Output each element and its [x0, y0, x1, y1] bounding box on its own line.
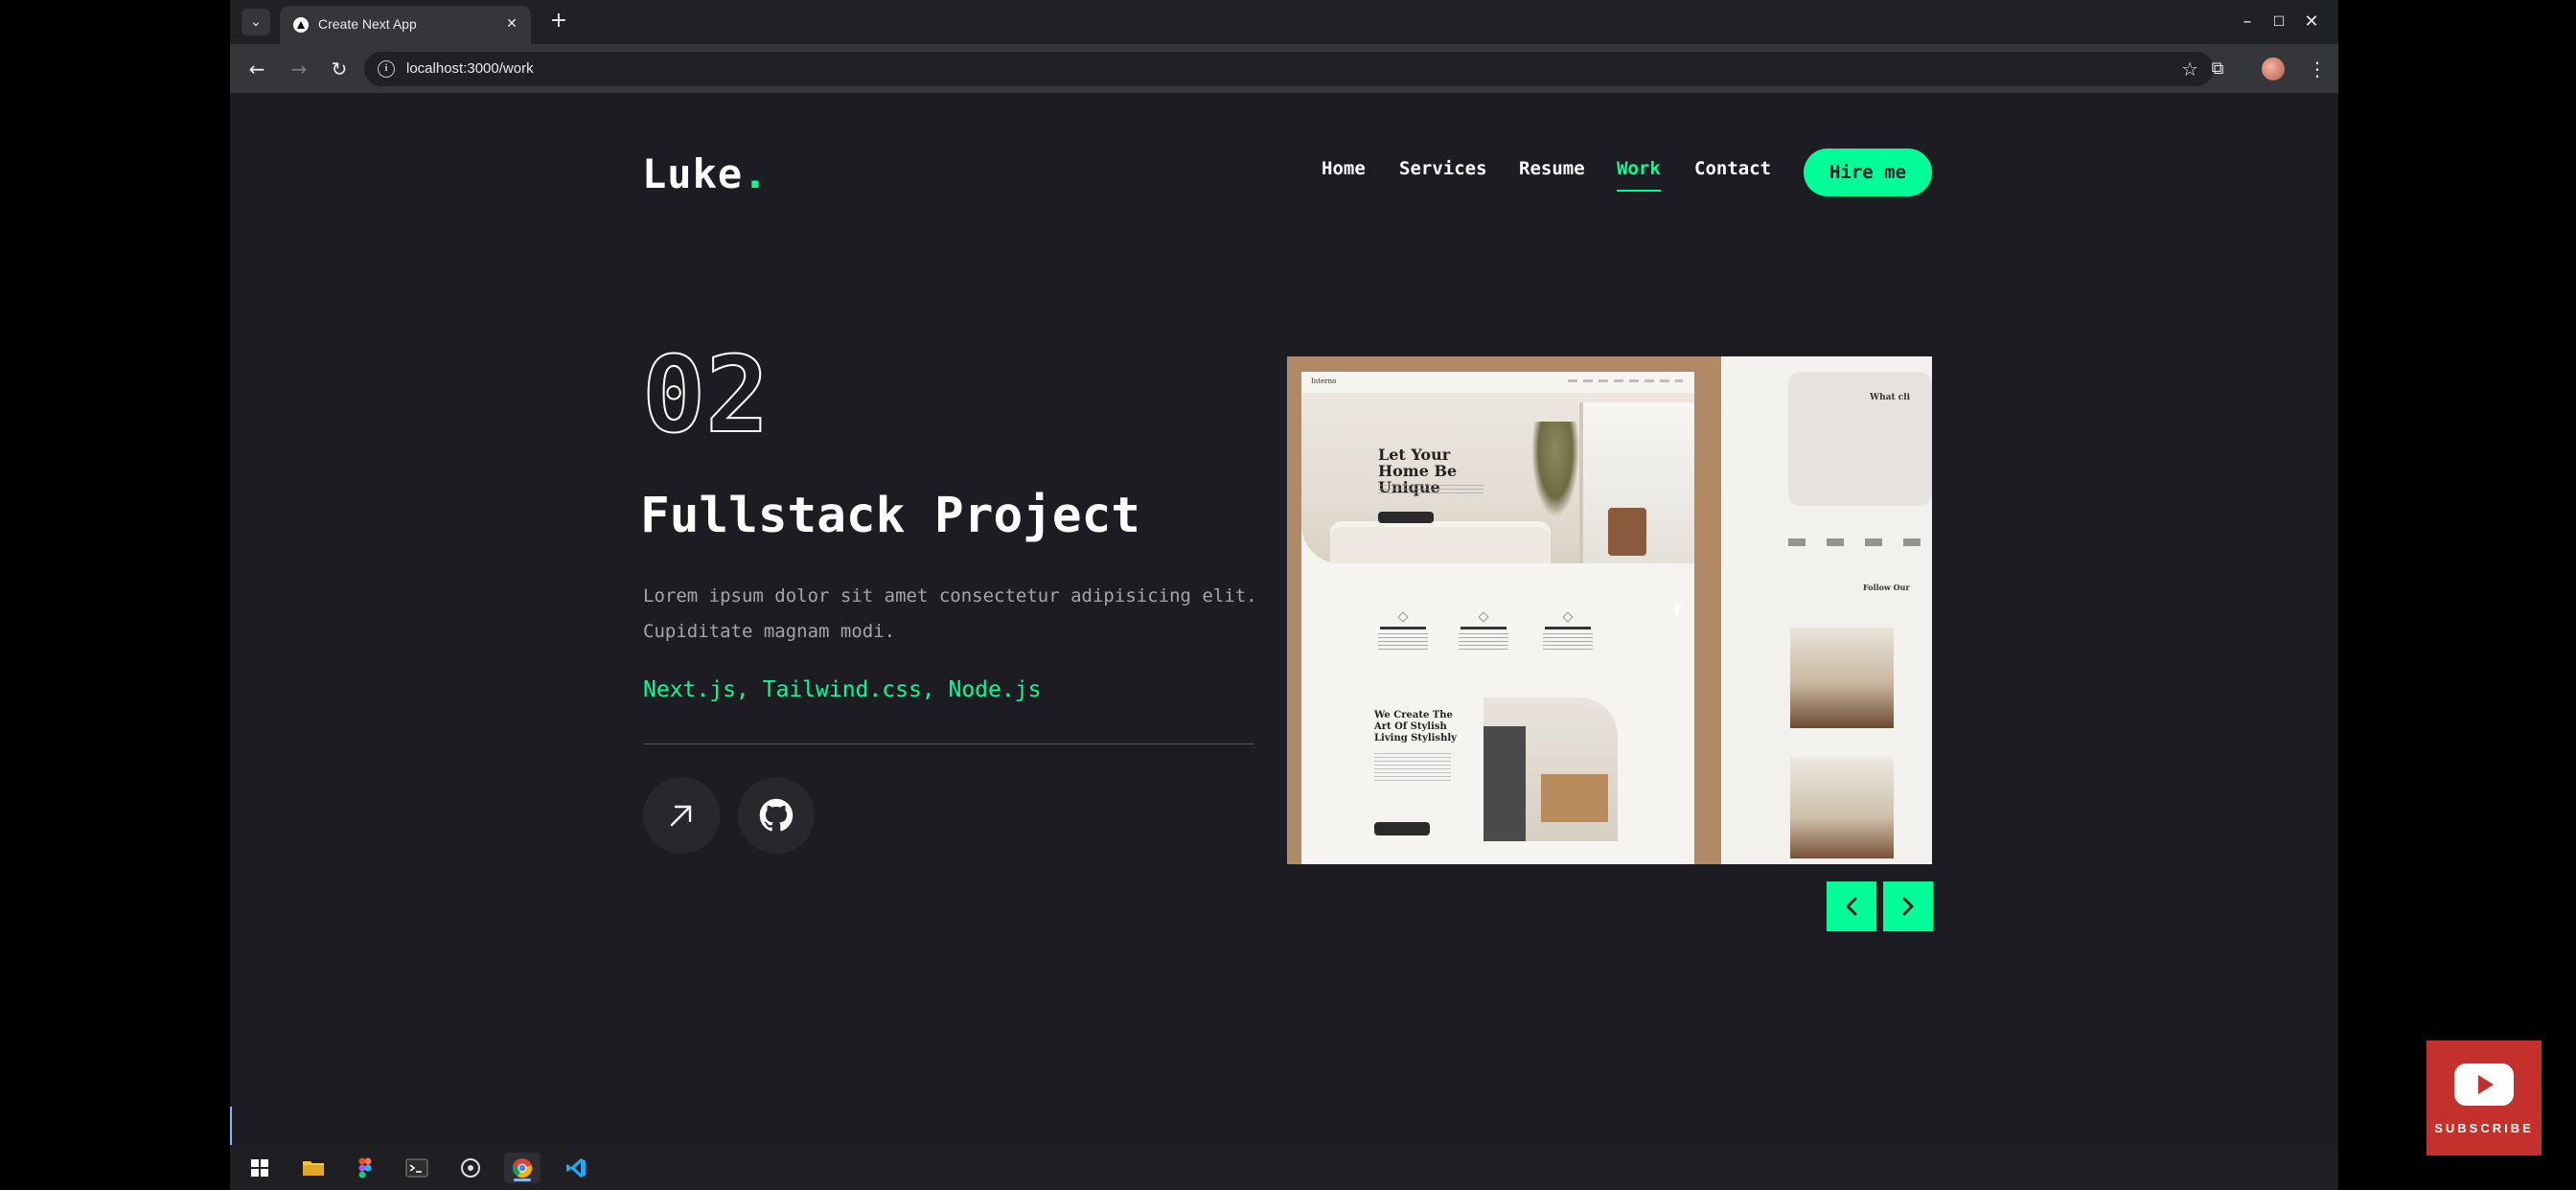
mockup-partner-logos: [1788, 538, 1932, 546]
minimize-icon[interactable]: –: [2233, 10, 2262, 34]
terminal-icon[interactable]: [399, 1153, 435, 1183]
mockup-service-card: [1455, 611, 1512, 661]
tab-search-button[interactable]: ⌄: [242, 9, 270, 35]
slider-next-button[interactable]: [1883, 881, 1933, 931]
nav-active-underline: [1617, 190, 1661, 192]
site-logo[interactable]: Luke.: [642, 150, 768, 197]
tab-strip: ⌄ Create Next App ✕ + – ☐ ✕: [230, 0, 2338, 44]
site-info-icon[interactable]: i: [378, 60, 395, 78]
youtube-play-icon: [2454, 1064, 2514, 1106]
mockup-testimonial-card: [1788, 372, 1932, 506]
url-text[interactable]: localhost:3000/work: [406, 60, 534, 77]
mockup-hero-button: [1378, 512, 1434, 523]
file-explorer-icon[interactable]: [295, 1153, 332, 1183]
logo-text: Luke: [642, 150, 744, 197]
active-app-indicator: [514, 1179, 531, 1181]
back-icon[interactable]: ←: [243, 56, 270, 82]
project-title: Fullstack Project: [640, 488, 1140, 544]
logo-dot: .: [743, 150, 769, 197]
mockup-service-card: [1539, 611, 1597, 661]
new-tab-button[interactable]: +: [546, 10, 571, 34]
project-number: 02: [641, 333, 770, 456]
browser-tab[interactable]: Create Next App ✕: [280, 6, 531, 44]
vscode-icon[interactable]: [558, 1153, 594, 1183]
loading-indicator: [230, 1107, 232, 1145]
mockup-hero-text: [1378, 485, 1484, 494]
mockup-art-button: [1374, 822, 1430, 835]
project-description: Lorem ipsum dolor sit amet consectetur a…: [643, 585, 1257, 642]
maximize-icon[interactable]: ☐: [2265, 10, 2293, 34]
slide-image-current: Interno Let Your Home Be Unique We: [1287, 356, 1721, 864]
mockup-nav-links: [1568, 379, 1683, 382]
mouse-cursor-icon: [1675, 604, 1682, 617]
os-taskbar: [230, 1146, 2338, 1190]
interno-mockup: Interno Let Your Home Be Unique We: [1301, 372, 1694, 864]
slider-prev-button[interactable]: [1827, 881, 1876, 931]
mockup-brand: Interno: [1311, 378, 1337, 385]
mockup-hero: Let Your Home Be Unique: [1301, 393, 1694, 563]
mockup-gallery-image: [1790, 628, 1894, 728]
nav-resume[interactable]: Resume: [1519, 158, 1585, 179]
page-viewport: Luke. Home Services Resume Work Contact …: [230, 95, 2338, 1146]
nav-contact[interactable]: Contact: [1694, 158, 1771, 179]
mockup-service-card: [1374, 611, 1432, 661]
mockup-art-title: We Create The Art Of Stylish Living Styl…: [1374, 710, 1457, 744]
chrome-icon[interactable]: [504, 1153, 540, 1183]
mockup-sofa: [1330, 527, 1551, 563]
chevron-right-icon: [1902, 897, 1914, 916]
project-slider[interactable]: Interno Let Your Home Be Unique We: [1287, 356, 1932, 864]
forward-icon[interactable]: →: [286, 56, 312, 82]
arrow-up-right-icon: [670, 805, 692, 827]
windows-start-icon[interactable]: [242, 1153, 278, 1183]
mockup-follow-heading: Follow Our: [1863, 583, 1910, 592]
hire-me-button[interactable]: Hire me: [1804, 149, 1932, 196]
bookmark-star-icon[interactable]: ☆: [2181, 57, 2198, 80]
chevron-left-icon: [1846, 897, 1857, 916]
figma-icon[interactable]: [347, 1153, 383, 1183]
app-circle-icon[interactable]: [452, 1153, 489, 1183]
tab-title: Create Next App: [318, 16, 417, 32]
window-close-icon[interactable]: ✕: [2297, 10, 2326, 34]
mockup-kitchen-image: [1484, 698, 1618, 841]
slide-image-next: What cli Follow Our: [1721, 356, 1932, 864]
mockup-gallery-image: [1790, 757, 1894, 858]
nav-services[interactable]: Services: [1399, 158, 1487, 179]
address-toolbar: ← → ↻ i localhost:3000/work ☆ ⧉ ⋮: [230, 44, 2338, 94]
mockup-testimonial-heading: What cli: [1870, 393, 1911, 402]
more-menu-icon[interactable]: ⋮: [2308, 56, 2327, 82]
mockup-plant: [1531, 422, 1579, 517]
mockup-chair: [1608, 508, 1646, 556]
address-bar[interactable]: i localhost:3000/work ☆: [364, 52, 2214, 86]
mockup-art-text: [1374, 753, 1451, 782]
project-stack: Next.js, Tailwind.css, Node.js: [643, 677, 1042, 702]
nextjs-favicon-icon: [293, 17, 309, 33]
profile-avatar[interactable]: [2262, 57, 2285, 80]
github-icon: [759, 798, 794, 832]
nav-home[interactable]: Home: [1322, 158, 1366, 179]
live-project-button[interactable]: [643, 777, 720, 854]
reload-icon[interactable]: ↻: [326, 56, 353, 82]
browser-window: ⌄ Create Next App ✕ + – ☐ ✕ ← → ↻ i loca…: [230, 0, 2338, 1146]
github-repo-button[interactable]: [738, 777, 815, 854]
nav-work[interactable]: Work: [1617, 158, 1661, 179]
extensions-icon[interactable]: ⧉: [2204, 56, 2231, 82]
subscribe-badge[interactable]: SUBSCRIBE: [2426, 1041, 2542, 1156]
subscribe-label: SUBSCRIBE: [2434, 1121, 2534, 1135]
tab-close-icon[interactable]: ✕: [502, 14, 521, 34]
